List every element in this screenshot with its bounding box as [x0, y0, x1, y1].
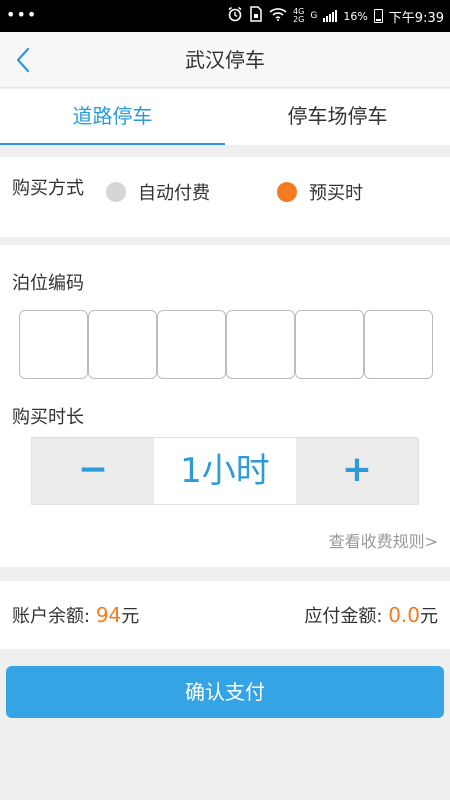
berth-digit-box[interactable]	[88, 310, 157, 379]
purchase-method-section: 购买方式 自动付费 预买时	[0, 157, 450, 237]
status-icons: 4G 2G G 16% 下午9:39	[227, 0, 444, 32]
confirm-payment-button[interactable]: 确认支付	[6, 666, 444, 718]
network-g-label: G	[310, 11, 318, 21]
berth-digit-box[interactable]	[19, 310, 88, 379]
page-title: 武汉停车	[185, 48, 265, 72]
sim-card-icon	[249, 6, 263, 26]
berth-digit-box[interactable]	[364, 310, 433, 379]
battery-icon	[373, 9, 383, 23]
amount-payable: 应付金额: 0.0元	[304, 581, 438, 651]
account-balance-amount: 94	[95, 603, 122, 627]
account-balance-label: 账户余额:	[12, 606, 91, 627]
signal-icon	[323, 10, 338, 22]
berth-digit-box[interactable]	[157, 310, 226, 379]
wifi-icon	[269, 7, 287, 25]
amount-payable-unit: 元	[420, 606, 438, 627]
clock: 下午9:39	[388, 10, 444, 26]
berth-digit-box[interactable]	[226, 310, 295, 379]
view-fee-rules-link[interactable]: 查看收费规则>	[329, 528, 438, 552]
radio-auto-pay[interactable]: 自动付费	[106, 179, 210, 205]
duration-stepper: − 1小时 +	[31, 437, 419, 505]
payment-summary: 账户余额: 94元 应付金额: 0.0元	[0, 581, 450, 649]
battery-percent: 16%	[343, 9, 368, 23]
parking-type-tabs: 道路停车 停车场停车	[0, 89, 450, 145]
decrease-duration-button[interactable]: −	[32, 438, 154, 504]
duration-label: 购买时长	[12, 407, 84, 428]
status-bar: ••• 4G 2G G 16% 下午9:39	[0, 0, 450, 32]
amount-payable-label: 应付金额:	[304, 606, 383, 627]
radio-prepay[interactable]: 预买时	[277, 179, 363, 205]
tab-lot-parking[interactable]: 停车场停车	[225, 89, 450, 145]
increase-duration-button[interactable]: +	[296, 438, 418, 504]
berth-code-label: 泊位编码	[12, 273, 84, 294]
radio-selected-icon[interactable]	[277, 182, 297, 202]
berth-digit-box[interactable]	[295, 310, 364, 379]
nav-header: 武汉停车	[0, 32, 450, 88]
amount-payable-amount: 0.0	[388, 603, 420, 627]
duration-value: 1小时	[154, 438, 296, 504]
alarm-clock-icon	[227, 6, 243, 26]
radio-auto-pay-label[interactable]: 自动付费	[138, 179, 210, 205]
purchase-method-label: 购买方式	[12, 178, 84, 199]
tab-road-parking[interactable]: 道路停车	[0, 89, 225, 145]
account-balance: 账户余额: 94元	[12, 581, 139, 651]
radio-unselected-icon[interactable]	[106, 182, 126, 202]
radio-prepay-label[interactable]: 预买时	[309, 179, 363, 205]
network-type: 4G 2G	[293, 7, 305, 24]
notification-dots: •••	[6, 5, 38, 24]
berth-code-input	[19, 310, 433, 379]
parking-detail-section: 泊位编码 购买时长 − 1小时 + 查看收费规则>	[0, 245, 450, 567]
account-balance-unit: 元	[121, 606, 140, 627]
